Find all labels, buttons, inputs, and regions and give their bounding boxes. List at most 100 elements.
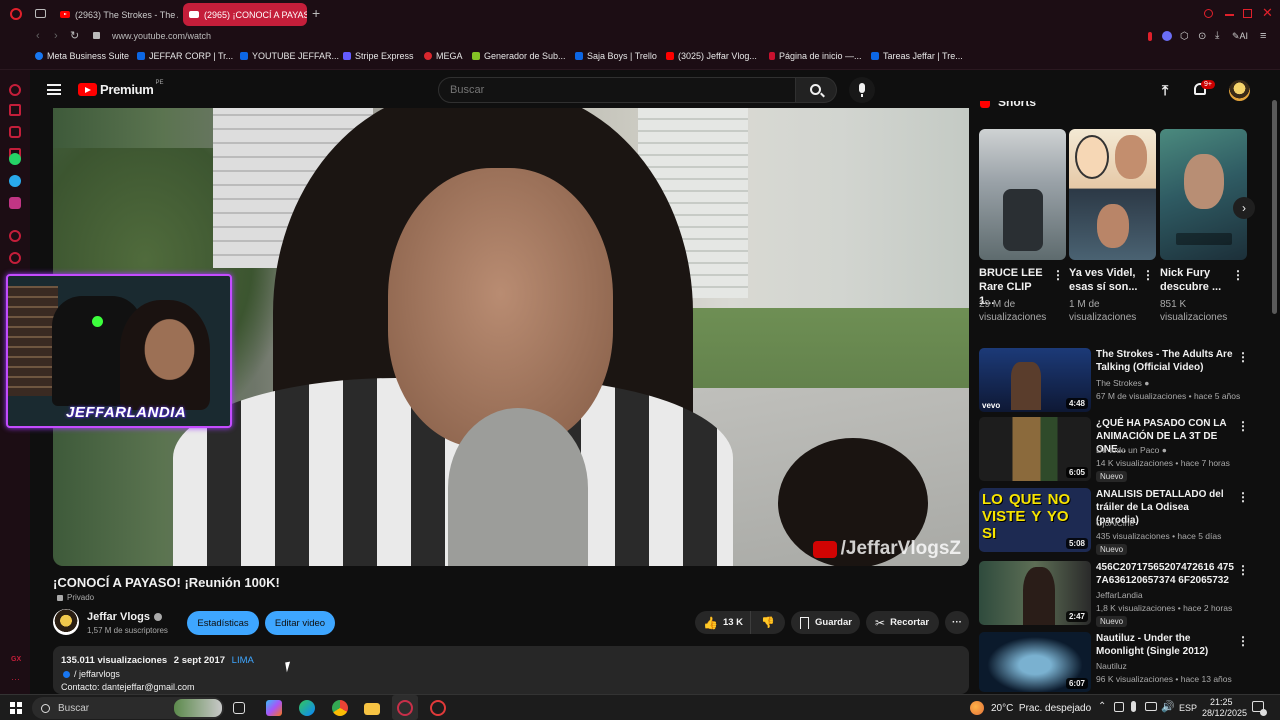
channel-avatar[interactable] [53,609,79,635]
clock-date[interactable]: 28/12/2025 [1202,708,1247,718]
bookmark-item[interactable]: Stripe Express [343,51,414,61]
snapshot-icon[interactable]: ⊙ [1198,31,1206,42]
clip-button[interactable]: ✂ Recortar [866,611,939,634]
url-field[interactable]: www.youtube.com/watch [112,31,211,41]
page-scrollbar[interactable] [1272,100,1277,314]
kebab-menu-icon[interactable]: ⋮ [1237,634,1249,648]
short-title[interactable]: Ya ves Videl, esas sí son... [1069,266,1139,294]
related-meta: 96 K visualizaciones • hace 13 años [1096,674,1232,684]
tab-the-strokes[interactable]: (2963) The Strokes - The A [54,3,178,26]
minimize-button[interactable] [1225,14,1234,16]
player-icon[interactable] [9,230,21,242]
bookmark-item[interactable]: Saja Boys | Trello [575,51,657,61]
search-button[interactable] [796,77,837,103]
kebab-menu-icon[interactable]: ⋮ [1052,269,1064,281]
chrome-icon[interactable] [332,700,348,716]
bookmark-item[interactable]: Tareas Jeffar | Tre... [871,51,963,61]
related-video-item[interactable]: 6:05 ¿QUÉ HA PASADO CON LA ANIMACIÓN DE … [979,417,1249,483]
tab-active-video[interactable]: (2965) ¡CONOCÍ A PAYASO [183,3,307,26]
aria-ai-button[interactable]: ✎AI [1232,31,1248,42]
close-window-button[interactable]: ✕ [1262,6,1273,19]
hamburger-menu-icon[interactable] [47,84,61,95]
shorts-next-button[interactable]: › [1233,197,1255,219]
edge-icon[interactable] [299,700,315,716]
save-button[interactable]: Guardar [791,611,860,634]
related-video-item[interactable]: 2:47 456C20717565207472616 4757A63612065… [979,561,1249,627]
location-link[interactable]: LIMA [232,655,254,666]
bookmark-item[interactable]: YOUTUBE JEFFAR... [240,51,339,61]
gx-icon[interactable]: GX [11,656,21,663]
clock-time[interactable]: 21:25 [1210,697,1233,707]
dislike-button[interactable]: 👎 [751,611,785,634]
extensions-icon[interactable]: ⬡ [1180,31,1189,42]
short-thumbnail[interactable] [1069,129,1156,260]
stats-button[interactable]: Estadísticas [187,611,259,635]
volume-icon[interactable]: 🔊 [1161,700,1175,713]
tab-menu-icon[interactable] [35,9,46,18]
short-thumbnail[interactable] [1160,129,1247,260]
reload-icon[interactable]: ↻ [70,29,79,42]
facebook-link[interactable]: / jeffarvlogs [63,669,120,679]
search-icon-handle [820,92,825,98]
windows-start-icon[interactable] [10,702,22,714]
upload-icon[interactable]: ⤒ [1162,82,1168,99]
avatar[interactable] [1229,80,1250,101]
youtube-logo[interactable]: Premium PE [78,80,164,97]
kebab-menu-icon[interactable]: ⋮ [1237,419,1249,433]
related-video-item[interactable]: 6:07 Nautiluz - Under the Moonlight (Sin… [979,632,1249,694]
kebab-menu-icon[interactable]: ⋮ [1237,563,1249,577]
download-icon[interactable]: ⤓ [1215,30,1219,41]
back-icon[interactable]: ‹ [36,30,40,42]
show-hidden-icons[interactable]: ⌃ [1098,701,1106,712]
maximize-button[interactable] [1243,9,1252,18]
bookmark-item[interactable]: MEGA [424,51,463,61]
kebab-menu-icon[interactable]: ⋮ [1237,350,1249,364]
more-actions-button[interactable]: ··· [945,611,969,634]
bookmark-item[interactable]: (3025) Jeffar Vlog... [666,51,757,61]
kebab-menu-icon[interactable]: ⋮ [1237,490,1249,504]
search-tabs-icon[interactable] [1204,9,1213,18]
bookmark-item[interactable]: Meta Business Suite [35,51,129,61]
file-explorer-icon[interactable] [364,703,380,715]
new-tab-button[interactable]: + [312,6,320,20]
instagram-icon[interactable] [9,197,21,209]
bookmark-item[interactable]: Página de inicio —... [769,51,862,61]
opera-ai-icon[interactable] [1148,32,1152,41]
whatsapp-icon[interactable] [9,153,21,165]
search-input[interactable] [438,77,796,103]
related-video-item[interactable]: vevo 4:48 The Strokes - The Adults Are T… [979,348,1249,414]
video-duration: 6:05 [1065,467,1088,478]
bookmark-item[interactable]: Generador de Sub... [472,51,566,61]
voice-search-button[interactable] [849,77,875,103]
opera-logo-icon[interactable] [10,8,22,20]
like-button[interactable]: 👍 13 K [695,611,751,634]
sidebar-aria-icon[interactable] [9,84,21,96]
channel-name-row[interactable]: Jeffar Vlogs [87,611,162,623]
webcam-overlay: JEFFARLANDIA [6,274,232,428]
network-icon[interactable] [1145,702,1157,711]
mic-tray-icon[interactable] [1131,701,1136,712]
menu-icon[interactable]: ≡ [1260,30,1266,42]
short-title[interactable]: Nick Fury descubre ... [1160,266,1230,294]
description-box[interactable]: 135.011 visualizaciones 2 sept 2017 LIMA… [53,646,969,694]
short-thumbnail[interactable] [979,129,1066,260]
copilot-icon[interactable] [266,700,282,716]
telegram-icon[interactable] [9,175,21,187]
system-tray-icon[interactable] [1114,702,1124,712]
history-icon[interactable] [9,252,21,264]
related-video-item[interactable]: LO QUE NO VISTE Y YO SI 5:08 ANALISIS DE… [979,488,1249,555]
kebab-menu-icon[interactable]: ⋮ [1142,269,1154,281]
taskbar-search-box[interactable]: Buscar [32,697,224,719]
opera-gx-icon[interactable] [430,700,446,716]
bookmark-item[interactable]: JEFFAR CORP | Tr... [137,51,233,61]
language-indicator[interactable]: ESP [1179,703,1197,713]
more-icon[interactable]: ··· [11,674,20,684]
sidebar-chat-icon[interactable] [9,126,21,138]
vpn-icon[interactable] [1162,31,1172,41]
weather-text[interactable]: 20°C Prac. despejado [991,703,1091,714]
forward-icon[interactable]: › [54,30,58,42]
task-view-icon[interactable] [233,702,245,714]
edit-video-button[interactable]: Editar video [265,611,335,635]
kebab-menu-icon[interactable]: ⋮ [1232,269,1244,281]
sidebar-bag-icon[interactable] [9,104,21,116]
